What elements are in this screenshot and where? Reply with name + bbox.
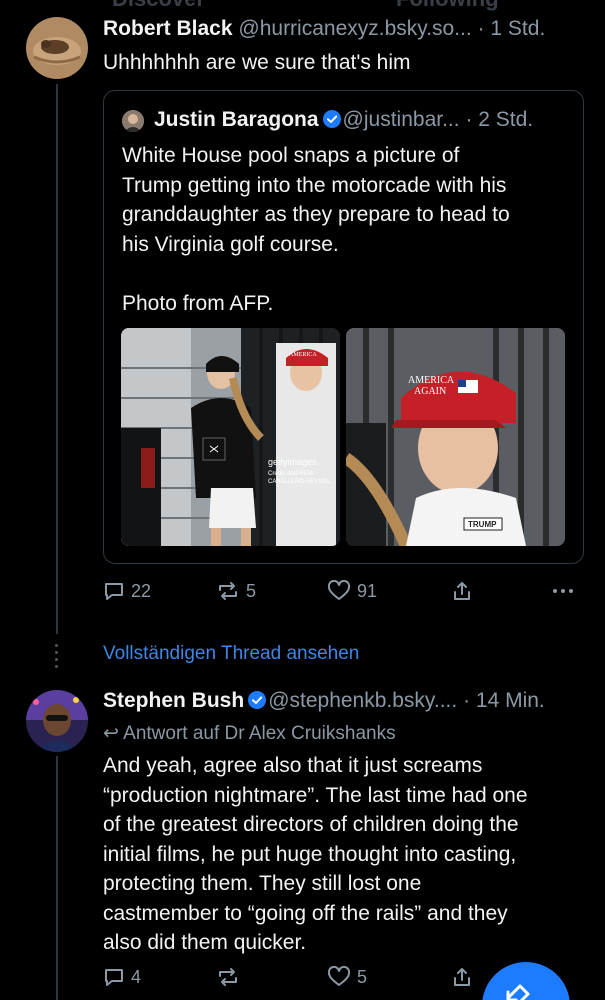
post-text: And yeah, agree also that it just scream… (103, 754, 528, 954)
quote-text: White House pool snaps a picture of Trum… (122, 144, 510, 315)
reply-to-text: Antwort auf Dr Alex Cruikshanks (123, 723, 396, 744)
compose-pencil-icon (506, 984, 530, 1000)
reply-button[interactable]: 22 (103, 580, 151, 602)
quote-handle: @justinbar... (342, 108, 460, 131)
thread-line (56, 84, 58, 634)
post-actions: 22 5 91 (103, 580, 583, 610)
heart-icon (327, 966, 351, 986)
tab-discover[interactable]: Discover (112, 0, 205, 12)
share-icon (454, 968, 470, 986)
share-button[interactable] (451, 966, 473, 988)
separator-dot: · (477, 17, 491, 40)
quote-header: Justin Baragona @justinbar... · 2 Std. (154, 108, 533, 132)
feed-tabs: Discover Following (0, 0, 605, 16)
repost-icon (219, 582, 237, 600)
reply-arrow-icon: ↩ (103, 723, 119, 744)
share-button[interactable] (451, 580, 473, 602)
reply-icon (105, 583, 123, 600)
post-header: Stephen Bush @stephenkb.bsky.... · 14 Min… (103, 689, 545, 713)
display-name[interactable]: Robert Black (103, 17, 233, 40)
quote-photo-1[interactable]: AMERICA gettyimages Credit: ANDREW CABAL… (121, 328, 340, 546)
like-count: 5 (357, 966, 368, 987)
avatar[interactable] (26, 17, 88, 79)
quote-post[interactable]: Justin Baragona @justinbar... · 2 Std. Wh… (103, 90, 584, 564)
repost-icon (219, 968, 237, 986)
quote-display-name: Justin Baragona (154, 108, 319, 131)
compose-button[interactable] (482, 962, 570, 1000)
cap-text: AMERICA (408, 375, 455, 386)
avatar[interactable] (26, 690, 88, 752)
reply-count: 22 (131, 580, 152, 601)
handle[interactable]: @stephenkb.bsky.... (268, 689, 457, 712)
reply-count: 4 (131, 966, 142, 987)
repost-count: 5 (246, 580, 257, 601)
thread-line (56, 756, 58, 1000)
timestamp[interactable]: 14 Min. (476, 689, 545, 712)
heart-icon (327, 580, 351, 600)
quote-avatar (122, 110, 144, 132)
more-options-button[interactable] (551, 580, 575, 602)
more-horizontal-icon (553, 589, 573, 593)
shirt-logo-text: TRUMP (468, 520, 497, 529)
cap-text: AMERICA (289, 352, 317, 358)
quote-photo-2[interactable]: AMERICA AGAIN TRUMP (346, 328, 565, 546)
verified-badge-icon (248, 691, 267, 709)
thread-continuation-dots (55, 644, 59, 674)
verified-badge-icon (322, 110, 341, 128)
like-button[interactable]: 91 (327, 580, 377, 602)
separator-dot: · (465, 108, 479, 131)
photo-credit-line1: Credit: ANDREW (268, 471, 314, 477)
like-count: 91 (357, 580, 378, 601)
reply-icon (105, 969, 123, 986)
getty-watermark: gettyimages (268, 457, 317, 467)
post-text: Uhhhhhhh are we sure that's him (103, 51, 411, 74)
display-name[interactable]: Stephen Bush (103, 689, 244, 712)
timestamp[interactable]: 1 Std. (490, 17, 545, 40)
post-header: Robert Black @hurricanexyz.bsky.so... · … (103, 17, 545, 41)
svg-text:AGAIN: AGAIN (414, 386, 446, 397)
share-icon (454, 582, 470, 600)
tab-following[interactable]: Following (396, 0, 499, 12)
handle[interactable]: @hurricanexyz.bsky.so... (238, 17, 471, 40)
reply-button[interactable]: 4 (103, 966, 141, 988)
separator-dot: · (463, 689, 476, 712)
like-button[interactable]: 5 (327, 966, 367, 988)
reply-to-label[interactable]: ↩ Antwort auf Dr Alex Cruikshanks (103, 722, 396, 745)
repost-button[interactable] (216, 966, 246, 988)
quote-timestamp: 2 Std. (478, 108, 534, 131)
repost-button[interactable]: 5 (216, 580, 256, 602)
view-full-thread-link[interactable]: Vollständigen Thread ansehen (103, 643, 359, 665)
photo-credit-line2: CABALLERO-REYNOL (268, 479, 331, 485)
